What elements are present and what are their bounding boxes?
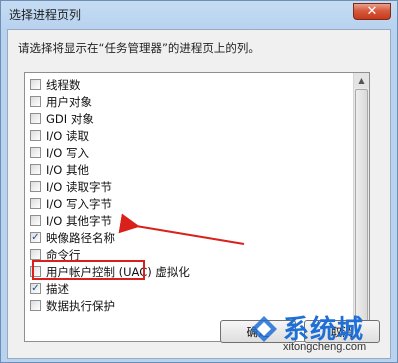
close-button[interactable]: ✕ bbox=[353, 3, 391, 20]
watermark-logo bbox=[251, 316, 277, 342]
arrow-left-icon bbox=[118, 213, 245, 245]
dialog-title: 选择进程页列 bbox=[9, 8, 82, 22]
watermark-url: xitongcheng.com bbox=[283, 341, 367, 353]
close-icon: ✕ bbox=[366, 4, 378, 19]
task-manager-dialog: 选择进程页列 ✕ 请选择将显示在“任务管理器”的进程页上的列。 线程数 用户对象 G… bbox=[0, 0, 398, 363]
